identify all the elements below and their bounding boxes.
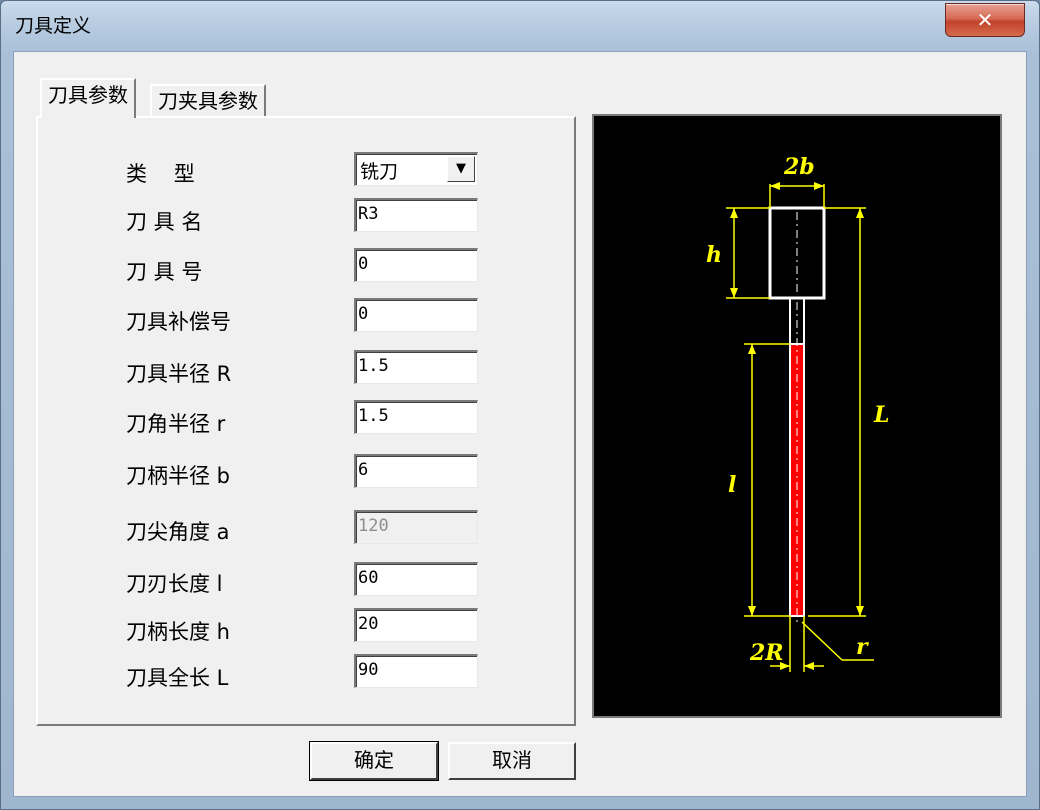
- ok-button[interactable]: 确定: [309, 741, 439, 781]
- dim-r-text: r: [856, 634, 869, 660]
- comp-number-input[interactable]: 0: [354, 298, 478, 332]
- title-bar[interactable]: 刀具定义 ✕: [1, 1, 1039, 47]
- tool-type-select[interactable]: 铣刀 ▼: [354, 152, 478, 186]
- tab-tool-parameters[interactable]: 刀具参数: [40, 78, 136, 118]
- tip-angle-input: 120: [354, 510, 478, 544]
- edge-length-label: 刀刃长度 l: [126, 572, 223, 596]
- dim-r-leader: [801, 621, 843, 661]
- dim-2b-text: 2b: [783, 154, 815, 180]
- tool-definition-window: 刀具定义 ✕ 刀具参数 刀夹具参数 类 型 铣刀 ▼ 刀 具 名 R3 刀 具 …: [0, 0, 1040, 810]
- type-label: 类 型: [126, 162, 195, 186]
- tool-parameters-panel: 类 型 铣刀 ▼ 刀 具 名 R3 刀 具 号 0 刀具补偿号 0 刀具半径 R…: [36, 116, 576, 726]
- tool-type-value: 铣刀: [360, 161, 399, 183]
- dim-L-text: L: [873, 402, 889, 428]
- corner-radius-input[interactable]: 1.5: [354, 400, 478, 434]
- tool-name-label: 刀 具 名: [126, 210, 203, 234]
- total-length-label: 刀具全长 L: [126, 666, 229, 690]
- tool-preview-svg: 2b h L l 2R r: [706, 154, 889, 672]
- close-button[interactable]: ✕: [945, 3, 1025, 37]
- tool-number-label: 刀 具 号: [126, 260, 203, 284]
- shank-radius-input[interactable]: 6: [354, 454, 478, 488]
- tool-name-input[interactable]: R3: [354, 198, 478, 232]
- shank-radius-label: 刀柄半径 b: [126, 464, 231, 488]
- tab-holder-parameters[interactable]: 刀夹具参数: [150, 84, 266, 118]
- tool-number-input[interactable]: 0: [354, 248, 478, 282]
- chevron-down-icon[interactable]: ▼: [447, 156, 475, 182]
- comp-number-label: 刀具补偿号: [126, 310, 231, 334]
- total-length-input[interactable]: 90: [354, 654, 478, 688]
- tip-angle-label: 刀尖角度 a: [126, 520, 230, 544]
- tool-radius-label: 刀具半径 R: [126, 362, 232, 386]
- edge-length-input[interactable]: 60: [354, 562, 478, 596]
- shank-length-input[interactable]: 20: [354, 608, 478, 642]
- cancel-button[interactable]: 取消: [448, 742, 576, 780]
- dim-h-text: h: [706, 242, 722, 268]
- dialog-client-area: 刀具参数 刀夹具参数 类 型 铣刀 ▼ 刀 具 名 R3 刀 具 号 0 刀具补…: [13, 51, 1027, 797]
- dim-l-text: l: [728, 472, 736, 498]
- tool-radius-input[interactable]: 1.5: [354, 350, 478, 384]
- tool-preview-diagram: 2b h L l 2R r: [592, 114, 1002, 718]
- window-title: 刀具定义: [15, 15, 92, 37]
- shank-length-label: 刀柄长度 h: [126, 620, 230, 644]
- corner-radius-label: 刀角半径 r: [126, 412, 226, 436]
- dim-2R-text: 2R: [749, 640, 784, 666]
